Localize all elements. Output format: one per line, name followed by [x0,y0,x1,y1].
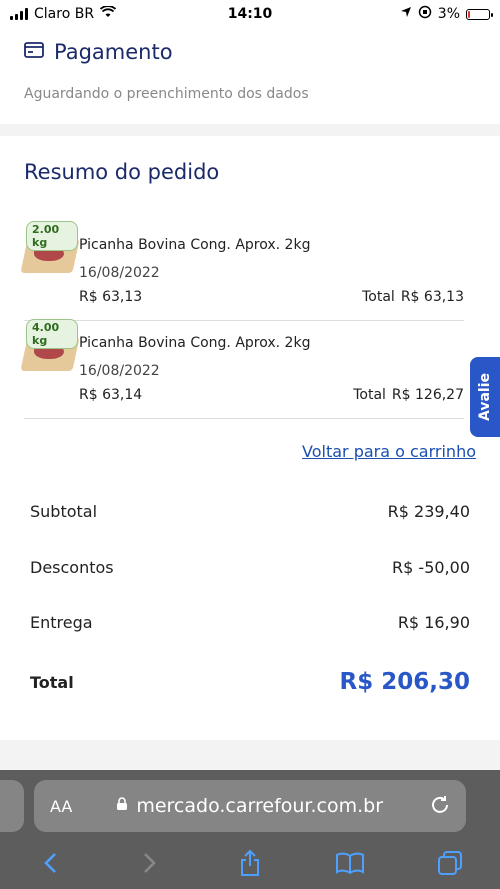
feedback-tab-label: Avalie [477,372,494,422]
delivery-label: Entrega [30,613,93,632]
subtotal-value: R$ 239,40 [387,502,470,521]
product-image: 2.00 kg [20,221,80,275]
signal-icon [10,8,28,20]
payment-header: Pagamento [24,40,476,64]
share-icon[interactable] [230,849,270,883]
status-right: 3% [400,5,493,23]
summary-title: Resumo do pedido [24,160,220,184]
tabs-icon[interactable] [430,850,470,882]
product-total-label: Total [353,387,386,403]
product-total: Total R$ 126,27 [353,387,464,403]
feedback-tab[interactable]: Avalie [470,357,500,437]
lock-icon [116,797,128,815]
product-name: Picanha Bovina Cong. Aprox. 2kg [79,335,311,351]
product-unit-price: R$ 63,14 [79,387,143,403]
total-label: Total [30,672,74,692]
order-item: 4.00 kg Picanha Bovina Cong. Aprox. 2kg … [20,319,464,419]
status-left: Claro BR [10,5,117,22]
product-image: 4.00 kg [20,319,80,373]
product-total-value: R$ 126,27 [391,387,464,403]
delivery-row: Entrega R$ 16,90 [30,613,470,632]
orientation-lock-icon [418,5,432,23]
subtotal-label: Subtotal [30,502,98,521]
forward-icon[interactable] [130,852,170,880]
product-date: 16/08/2022 [79,265,160,281]
battery-icon [466,8,493,20]
previous-tab-preview[interactable] [0,780,24,832]
credit-card-icon [24,42,44,62]
discount-row: Descontos R$ -50,00 [30,558,470,577]
carrier-label: Claro BR [34,6,95,22]
browser-toolbar: AA mercado.carrefour.com.br [0,770,500,889]
back-to-cart-link[interactable]: Voltar para o carrinho [302,442,476,461]
order-item: 2.00 kg Picanha Bovina Cong. Aprox. 2kg … [20,221,464,321]
status-bar: Claro BR 14:10 3% [0,0,500,28]
url-text: mercado.carrefour.com.br [136,795,384,817]
weight-badge: 2.00 kg [26,221,78,251]
product-date: 16/08/2022 [79,363,160,379]
discount-value: R$ -50,00 [392,558,470,577]
reload-icon[interactable] [430,794,450,819]
status-time: 14:10 [227,6,273,22]
payment-title: Pagamento [54,40,173,64]
payment-section: Pagamento Aguardando o preenchimento dos… [0,28,500,124]
product-total-value: R$ 63,13 [400,289,464,305]
reader-settings-button[interactable]: AA [50,797,72,816]
total-row: Total R$ 206,30 [30,669,470,695]
bookmarks-icon[interactable] [330,852,370,880]
payment-status: Aguardando o preenchimento dos dados [24,86,309,102]
subtotal-row: Subtotal R$ 239,40 [30,502,470,521]
order-summary: Resumo do pedido 2.00 kg Picanha Bovina … [0,136,500,740]
back-icon[interactable] [30,852,70,880]
product-name: Picanha Bovina Cong. Aprox. 2kg [79,237,311,253]
product-total: Total R$ 63,13 [362,289,464,305]
delivery-value: R$ 16,90 [397,613,470,632]
weight-badge: 4.00 kg [26,319,78,349]
address-bar[interactable]: AA mercado.carrefour.com.br [34,780,466,832]
product-total-label: Total [362,289,395,305]
product-unit-price: R$ 63,13 [79,289,143,305]
wifi-icon [99,5,117,22]
discount-label: Descontos [30,558,114,577]
total-value: R$ 206,30 [339,669,470,695]
battery-percent: 3% [437,6,460,22]
browser-nav [0,846,500,886]
location-icon [400,6,412,22]
